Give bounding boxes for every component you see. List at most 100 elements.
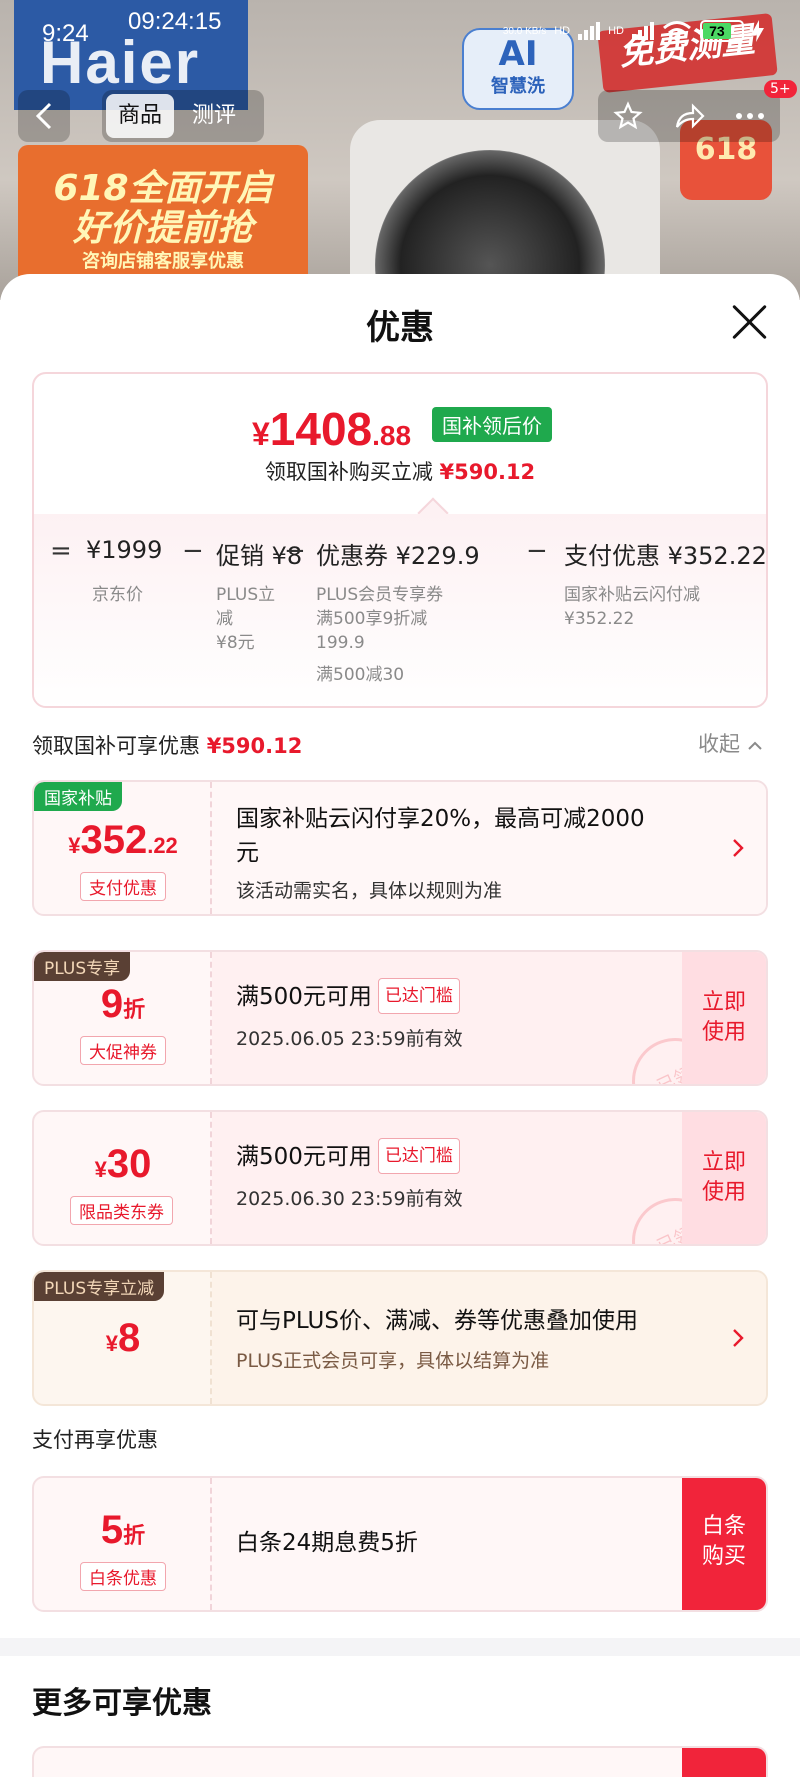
amount-unit: 折 (123, 1523, 146, 1548)
nav-actions (598, 90, 780, 142)
calc-equals: = (50, 536, 72, 566)
price-dec: .88 (372, 420, 412, 451)
subtitle-prefix: 领取国补购买立减 (264, 460, 433, 484)
plus-title: 可与PLUS价、满减、券等优惠叠加使用 (236, 1308, 638, 1334)
amount-unit: 折 (123, 997, 146, 1022)
coupon-desc-3: 199.9 (316, 633, 365, 653)
more-icon[interactable] (735, 112, 765, 120)
section-divider (0, 1638, 800, 1656)
chevron-right-icon (733, 1329, 744, 1347)
baitiao-title: 白条24期息费5折 (236, 1530, 418, 1556)
coupon-title-text: 满500元可用 (236, 1144, 372, 1170)
amount-value: 30 (106, 1142, 152, 1186)
tab-review[interactable]: 测评 (180, 94, 248, 138)
baitiao-card: 5折 白条优惠 白条24期息费5折 白条 购买 (32, 1476, 768, 1612)
use-label-1: 立即 (701, 990, 746, 1015)
coupon-desc-4: 满500减30 (316, 665, 405, 685)
baitiao-amount: 5折 (34, 1508, 212, 1553)
sheet-title: 优惠 (366, 308, 434, 348)
jd-price-label: 京东价 (92, 585, 143, 605)
net-type-2: HD (608, 25, 624, 37)
price-symbol: ¥ (252, 416, 270, 452)
amount-value: 8 (118, 1316, 141, 1360)
amount-value: 5 (100, 1508, 124, 1552)
tab-product[interactable]: 商品 (106, 94, 175, 138)
amount-symbol: ¥ (105, 1331, 118, 1356)
chevron-right-icon (733, 839, 744, 857)
plus-discount-card[interactable]: PLUS专享立减 ¥8 可与PLUS价、满减、券等优惠叠加使用 PLUS正式会员… (32, 1270, 768, 1406)
coupon-card-left: ¥30 限品类东券 (34, 1112, 212, 1244)
price-breakdown: = ¥1999 京东价 − 促销 ¥8 PLUS立 减 ¥8元 − 优惠券 ¥2… (34, 514, 767, 706)
coupon-amount: ¥30 (34, 1142, 212, 1187)
coupon-desc-2: 满500享9折减 (316, 609, 428, 629)
coupon-title: 满500元可用 已达门槛 (236, 978, 460, 1014)
subtitle-amount: ¥590.12 (439, 460, 536, 484)
coupon-amount: 9折 (34, 982, 212, 1027)
coupon-desc-1: PLUS会员专享券 (316, 585, 444, 605)
subsidy-card[interactable]: 国家补贴 ¥352.22 支付优惠 国家补贴云闪付享20%，最高可减2000 元… (32, 780, 768, 916)
more-offer-button[interactable] (682, 1748, 766, 1777)
section-amount: ¥590.12 (206, 734, 303, 758)
collapse-label: 收起 (698, 732, 740, 756)
promo-line-2: 好价提前抢 (72, 208, 253, 249)
share-icon[interactable] (673, 101, 705, 131)
plus-coupon-card: PLUS专享 9折 大促神券 满500元可用 已达门槛 2025.06.05 23… (32, 950, 768, 1086)
amount-dec: .22 (147, 833, 178, 858)
subsidy-title-line2: 元 (236, 840, 259, 866)
amount-symbol: ¥ (68, 833, 81, 858)
collapse-button[interactable]: 收起 (698, 728, 763, 758)
threshold-reached-tag: 已达门槛 (377, 978, 460, 1014)
promo-desc-2: 减 (216, 609, 233, 629)
use-label-1: 立即 (701, 1150, 746, 1175)
status-clock: 09:24:15 (128, 8, 222, 35)
amount-int: 352 (80, 818, 148, 862)
pay-discount-amount: 支付优惠 ¥352.22 (564, 542, 767, 570)
baitiao-buy-button[interactable]: 白条 购买 (682, 1478, 766, 1610)
baitiao-card-right: 白条24期息费5折 白条 购买 (212, 1478, 766, 1610)
corner-tag: PLUS专享立减 (34, 1272, 165, 1301)
product-top-nav: 商品 测评 5+ (0, 80, 800, 142)
corner-tag: PLUS专享 (34, 952, 131, 981)
subsidy-price-tag: 国补领后价 (432, 407, 552, 442)
coupon-amount: 优惠券 ¥229.9 (316, 542, 480, 570)
close-icon[interactable] (730, 302, 770, 342)
subsidy-card-left: 国家补贴 ¥352.22 支付优惠 (34, 782, 212, 914)
subsidy-card-right: 国家补贴云闪付享20%，最高可减2000 元 该活动需实名，具体以规则为准 (212, 782, 766, 914)
threshold-reached-tag: 已达门槛 (377, 1138, 460, 1174)
battery-icon: 73 (700, 20, 744, 42)
subsidy-subtitle: 领取国补购买立减 ¥590.12 (34, 456, 766, 486)
amount-value: 9 (100, 982, 124, 1026)
signal-icon-2 (632, 22, 654, 40)
chevron-up-icon (747, 741, 762, 750)
promo-line-3: 咨询店铺客服享优惠 (82, 251, 244, 272)
star-icon[interactable] (613, 101, 643, 131)
promo-desc-1: PLUS立 (216, 585, 276, 605)
subsidy-desc: 该活动需实名，具体以规则为准 (236, 880, 503, 902)
plus-desc: PLUS正式会员可享，具体以结算为准 (236, 1350, 550, 1372)
use-now-button[interactable]: 立即 使用 (682, 1112, 766, 1244)
use-label-2: 使用 (701, 1020, 746, 1045)
more-offer-card[interactable] (32, 1746, 768, 1777)
subsidy-amount: ¥352.22 (34, 818, 212, 863)
coupon-title: 满500元可用 已达门槛 (236, 1138, 460, 1174)
chevron-left-icon (35, 102, 52, 130)
back-button[interactable] (18, 90, 70, 142)
battery-level: 73 (703, 23, 731, 39)
coupon-title-text: 满500元可用 (236, 984, 372, 1010)
calc-minus: − (526, 536, 548, 566)
amount-symbol: ¥ (94, 1157, 107, 1182)
final-price: ¥1408.88 (252, 402, 411, 456)
notification-badge: 5+ (764, 80, 797, 98)
net-speed: 30.0 KB/s (502, 25, 547, 37)
use-now-button[interactable]: 立即 使用 (682, 952, 766, 1084)
calc-minus: − (182, 536, 204, 566)
charging-icon (752, 20, 764, 42)
jd-price: ¥1999 (86, 536, 163, 564)
plus-card-right: 可与PLUS价、满减、券等优惠叠加使用 PLUS正式会员可享，具体以结算为准 (212, 1272, 766, 1404)
corner-tag: 国家补贴 (34, 782, 122, 811)
pay-desc-1: 国家补贴云闪付减 (564, 585, 700, 605)
jd-coupon-card: ¥30 限品类东券 满500元可用 已达门槛 2025.06.30 23:59前有… (32, 1110, 768, 1246)
plus-card-left: PLUS专享立减 ¥8 (34, 1272, 212, 1404)
price-int: 1408 (269, 403, 373, 455)
pay-desc-2: ¥352.22 (564, 609, 635, 629)
